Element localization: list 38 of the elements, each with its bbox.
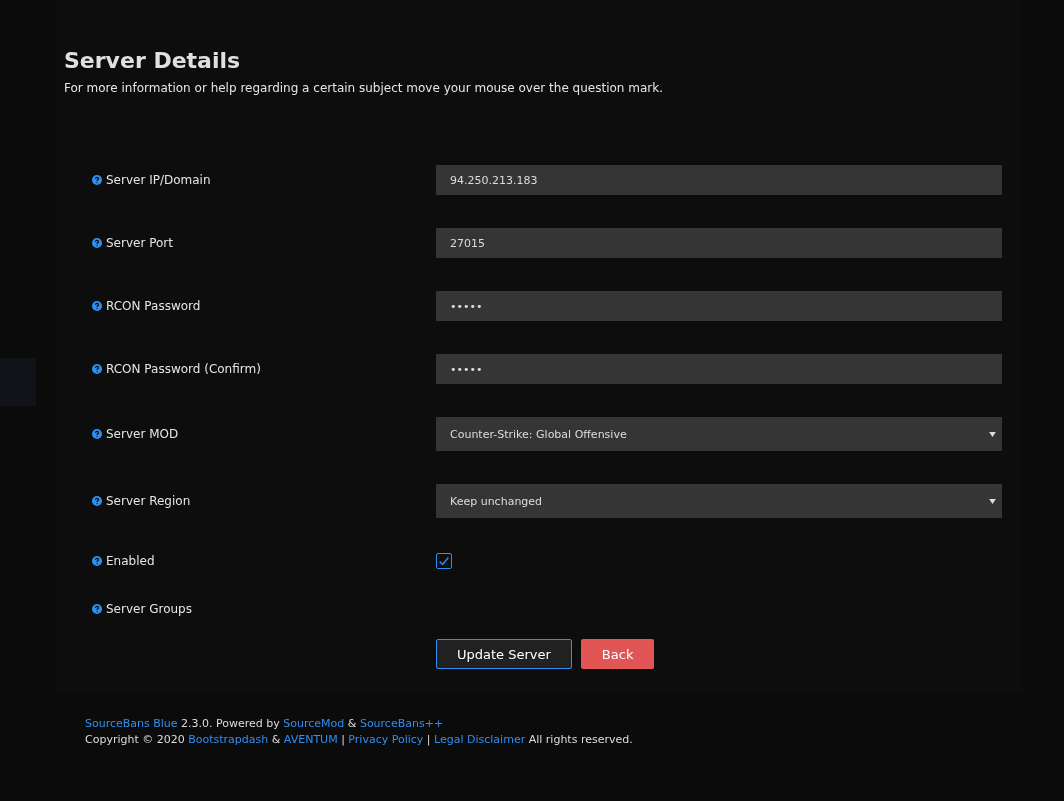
help-icon[interactable] bbox=[92, 556, 102, 566]
input-field[interactable]: ••••• bbox=[436, 291, 1002, 321]
help-icon[interactable] bbox=[92, 238, 102, 248]
footer-link[interactable]: Bootstrapdash bbox=[188, 733, 269, 746]
footer-link[interactable]: SourceMod bbox=[283, 717, 345, 730]
help-icon[interactable] bbox=[92, 175, 102, 185]
footer-text: Copyright © 2020 Bootstrapdash & AVENTUM | Privacy Policy | Legal Disclaimer All rights reserved. bbox=[85, 733, 634, 746]
help-icon[interactable] bbox=[92, 496, 102, 506]
field-label: RCON Password (Confirm) bbox=[106, 362, 261, 376]
footer-link[interactable]: Legal Disclaimer bbox=[434, 733, 526, 746]
input-field[interactable]: 27015 bbox=[436, 228, 1002, 258]
input-field[interactable]: 94.250.213.183 bbox=[436, 165, 1002, 195]
checkbox[interactable] bbox=[436, 553, 452, 569]
footer-text: SourceBans Blue 2.3.0. Powered by SourceMod & SourceBans++ bbox=[85, 717, 445, 730]
field-label: Server MOD bbox=[106, 427, 179, 441]
help-icon[interactable] bbox=[92, 364, 102, 374]
field-label: Server Region bbox=[106, 494, 191, 508]
page-subtitle: For more information or help regarding a certain subject move your mouse over the question mark. bbox=[64, 81, 664, 95]
field-label: Server IP/Domain bbox=[106, 173, 211, 187]
help-icon[interactable] bbox=[92, 429, 102, 439]
footer-link[interactable]: Privacy Policy bbox=[348, 733, 424, 746]
back-button[interactable]: Back bbox=[580, 639, 655, 669]
help-icon[interactable] bbox=[92, 301, 102, 311]
caret-icon bbox=[989, 498, 996, 504]
update-button[interactable]: Update Server bbox=[436, 639, 572, 669]
caret-icon bbox=[989, 431, 996, 437]
field-label: Server Port bbox=[106, 236, 173, 250]
input-field[interactable]: ••••• bbox=[436, 354, 1002, 384]
field-label: RCON Password bbox=[106, 299, 201, 313]
field-label: Enabled bbox=[106, 554, 155, 568]
field-label: Server Groups bbox=[106, 602, 192, 616]
dropdown[interactable]: Counter-Strike: Global Offensive bbox=[436, 417, 1002, 451]
footer-link[interactable]: SourceBans Blue bbox=[85, 717, 178, 730]
footer-link[interactable]: AVENTUM bbox=[283, 733, 338, 746]
help-icon[interactable] bbox=[92, 604, 102, 614]
dropdown[interactable]: Keep unchanged bbox=[436, 484, 1002, 518]
footer-link[interactable]: SourceBans++ bbox=[359, 717, 444, 730]
page-title: Server Details bbox=[64, 48, 242, 73]
